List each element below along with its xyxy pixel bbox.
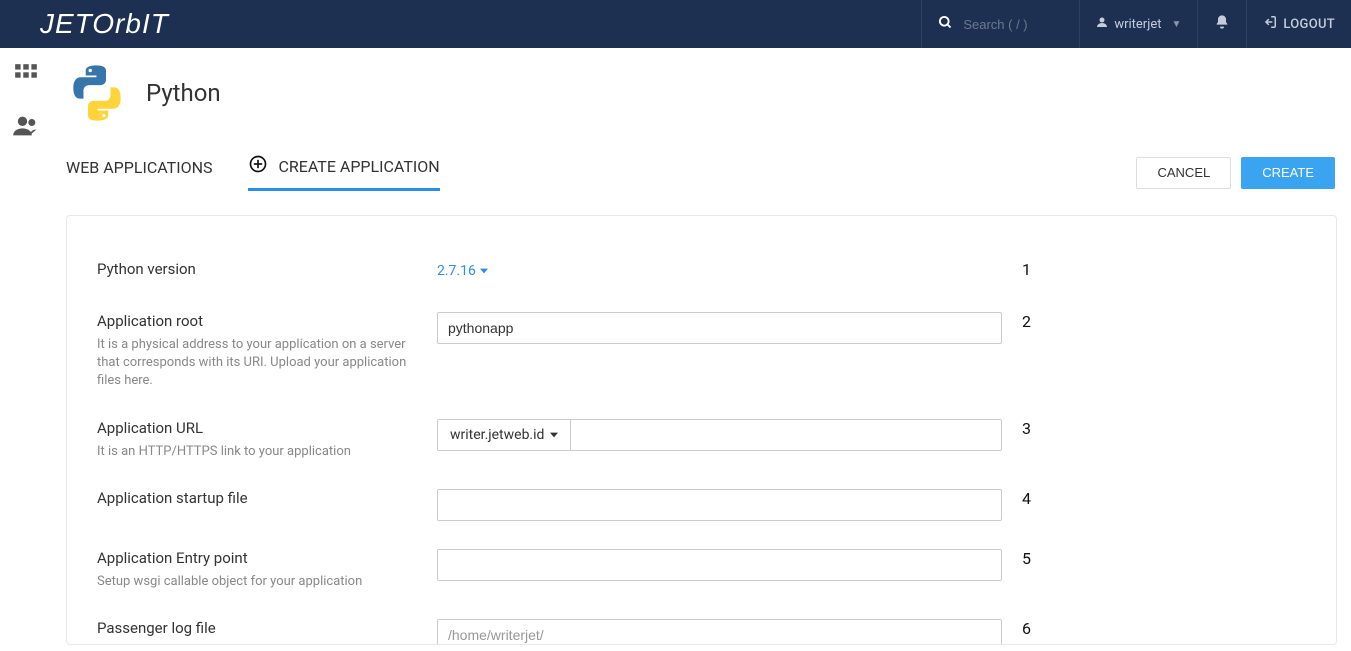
annotation-5: 5	[1022, 549, 1031, 591]
caret-down-icon	[480, 263, 488, 279]
user-icon	[1096, 16, 1108, 32]
cancel-button[interactable]: CANCEL	[1136, 157, 1231, 189]
annotation-3: 3	[1022, 419, 1031, 461]
annotation-6: 6	[1022, 619, 1031, 645]
main-content: Python WEB APPLICATIONS CREATE APPLICATI…	[52, 48, 1351, 651]
label-startup-file: Application startup file	[97, 489, 417, 507]
users-icon[interactable]	[12, 112, 40, 144]
tab-web-applications[interactable]: WEB APPLICATIONS	[66, 158, 212, 187]
user-menu[interactable]: writerjet ▼	[1079, 0, 1197, 48]
chevron-down-icon: ▼	[1171, 19, 1181, 30]
row-app-url: Application URL It is an HTTP/HTTPS link…	[97, 419, 1306, 461]
topbar: JETOrbIT writerjet ▼ LOGOUT	[0, 0, 1351, 48]
app-root-input[interactable]	[437, 312, 1002, 344]
username-label: writerjet	[1114, 17, 1161, 32]
bell-icon	[1214, 14, 1230, 34]
brand-logo[interactable]: JETOrbIT	[40, 8, 169, 40]
row-log-file: Passenger log file You can define the pa…	[97, 619, 1306, 645]
startup-file-input[interactable]	[437, 489, 1002, 521]
label-app-root: Application root	[97, 312, 417, 330]
domain-select[interactable]: writer.jetweb.id	[437, 419, 570, 451]
row-app-root: Application root It is a physical addres…	[97, 312, 1306, 391]
python-logo-icon	[66, 62, 128, 124]
logout-label: LOGOUT	[1283, 17, 1335, 32]
notifications-button[interactable]	[1197, 0, 1246, 48]
row-python-version: Python version 2.7.16 1	[97, 260, 1306, 284]
page-header: Python	[52, 48, 1351, 124]
log-file-input[interactable]	[437, 619, 1002, 645]
row-entry-point: Application Entry point Setup wsgi calla…	[97, 549, 1306, 591]
label-entry-point: Application Entry point	[97, 549, 417, 567]
search-box[interactable]	[921, 0, 1079, 48]
logout-button[interactable]: LOGOUT	[1246, 0, 1351, 48]
plus-circle-icon	[248, 154, 268, 178]
search-input[interactable]	[963, 17, 1063, 32]
logout-icon	[1263, 15, 1277, 33]
tab-create-application[interactable]: CREATE APPLICATION	[248, 154, 439, 191]
create-button[interactable]: CREATE	[1241, 157, 1335, 189]
annotation-4: 4	[1022, 489, 1031, 521]
help-entry-point: Setup wsgi callable object for your appl…	[97, 573, 417, 591]
url-path-input[interactable]	[570, 419, 1002, 451]
label-python-version: Python version	[97, 260, 417, 278]
label-app-url: Application URL	[97, 419, 417, 437]
tabs-row: WEB APPLICATIONS CREATE APPLICATION CANC…	[66, 124, 1351, 191]
left-sidebar	[0, 48, 52, 651]
help-app-url: It is an HTTP/HTTPS link to your applica…	[97, 443, 417, 461]
python-version-select[interactable]: 2.7.16	[437, 263, 488, 279]
row-startup-file: Application startup file 4	[97, 489, 1306, 521]
caret-down-icon	[550, 427, 558, 443]
apps-grid-icon[interactable]	[13, 62, 39, 92]
annotation-1: 1	[1022, 260, 1031, 284]
search-icon	[938, 15, 953, 34]
entry-point-input[interactable]	[437, 549, 1002, 581]
help-app-root: It is a physical address to your applica…	[97, 336, 417, 391]
help-log-file: You can define the path along with the f…	[97, 643, 417, 645]
annotation-2: 2	[1022, 312, 1031, 391]
page-title: Python	[146, 79, 221, 107]
form-panel: Python version 2.7.16 1 Application root…	[66, 215, 1337, 645]
label-log-file: Passenger log file	[97, 619, 417, 637]
